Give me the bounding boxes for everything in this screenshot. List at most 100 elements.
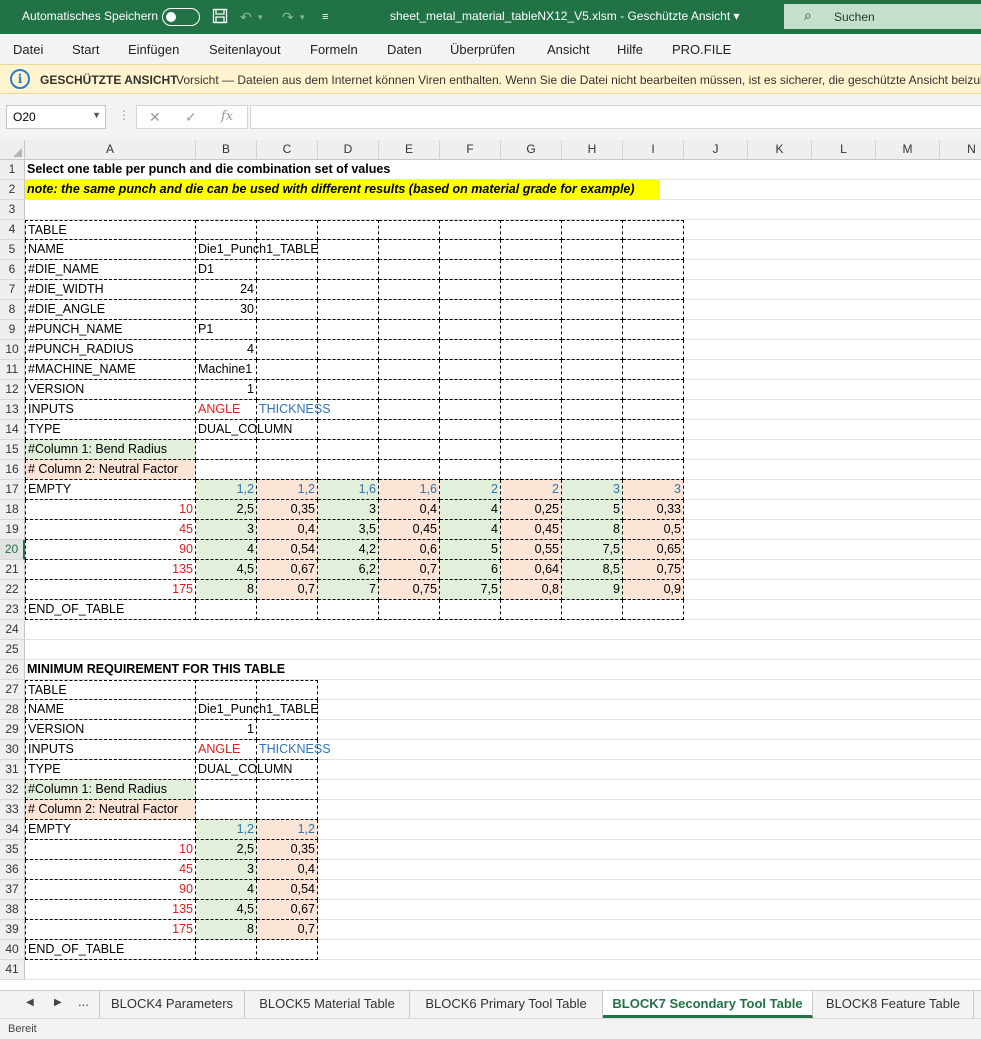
cell-c28[interactable] — [257, 700, 318, 720]
row-header[interactable]: 35 — [0, 840, 25, 860]
cell-h13[interactable] — [562, 400, 623, 420]
cell-d20[interactable]: 4,2 — [318, 540, 379, 560]
cell-b12[interactable]: 1 — [196, 380, 257, 400]
cell-b37[interactable]: 4 — [196, 880, 257, 900]
cell-h7[interactable] — [562, 280, 623, 300]
cell-f4[interactable] — [440, 220, 501, 240]
chevron-down-icon[interactable]: ▼ — [92, 110, 101, 120]
cell-d23[interactable] — [318, 600, 379, 620]
cell-i7[interactable] — [623, 280, 684, 300]
customize-toolbar-icon[interactable]: ≡ — [322, 8, 328, 26]
cell-b32[interactable] — [196, 780, 257, 800]
cell-h15[interactable] — [562, 440, 623, 460]
cell-g21[interactable]: 0,64 — [501, 560, 562, 580]
cell-d12[interactable] — [318, 380, 379, 400]
cell-c7[interactable] — [257, 280, 318, 300]
cell-e16[interactable] — [379, 460, 440, 480]
cell-h11[interactable] — [562, 360, 623, 380]
row-header[interactable]: 24 — [0, 620, 25, 640]
cell-g17[interactable]: 2 — [501, 480, 562, 500]
cell-f16[interactable] — [440, 460, 501, 480]
cell-f20[interactable]: 5 — [440, 540, 501, 560]
cell-a16[interactable]: # Column 2: Neutral Factor — [25, 460, 196, 480]
cell-g9[interactable] — [501, 320, 562, 340]
cell-a17[interactable]: EMPTY — [25, 480, 196, 500]
row-header[interactable]: 30 — [0, 740, 25, 760]
cell-i13[interactable] — [623, 400, 684, 420]
cell-g8[interactable] — [501, 300, 562, 320]
cell-a28[interactable]: NAME — [25, 700, 196, 720]
cell-b13[interactable]: ANGLE — [196, 400, 257, 420]
more-sheets-button[interactable]: ... — [78, 994, 89, 1009]
cell-c8[interactable] — [257, 300, 318, 320]
cell-b23[interactable] — [196, 600, 257, 620]
cell-b36[interactable]: 3 — [196, 860, 257, 880]
cell-h4[interactable] — [562, 220, 623, 240]
row-header[interactable]: 31 — [0, 760, 25, 780]
row-header[interactable]: 1 — [0, 160, 25, 180]
cell-b7[interactable]: 24 — [196, 280, 257, 300]
cell-c35[interactable]: 0,35 — [257, 840, 318, 860]
tab-block6-primary-tool-table[interactable]: BLOCK6 Primary Tool Table — [410, 991, 603, 1018]
cell-i8[interactable] — [623, 300, 684, 320]
cell-c31[interactable] — [257, 760, 318, 780]
cell-h17[interactable]: 3 — [562, 480, 623, 500]
cell-b28[interactable]: Die1_Punch1_TABLE — [196, 700, 319, 720]
cell-c22[interactable]: 0,7 — [257, 580, 318, 600]
cell-c14[interactable] — [257, 420, 318, 440]
column-header[interactable]: I — [623, 140, 684, 160]
row-header[interactable]: 33 — [0, 800, 25, 820]
cell-e19[interactable]: 0,45 — [379, 520, 440, 540]
column-header[interactable]: J — [684, 140, 748, 160]
prev-sheet-icon[interactable]: ◀ — [26, 997, 34, 1008]
row-header[interactable]: 3 — [0, 200, 25, 220]
cell-c10[interactable] — [257, 340, 318, 360]
undo-dropdown-icon[interactable]: ▾ — [258, 8, 263, 26]
cell-d15[interactable] — [318, 440, 379, 460]
row-header[interactable]: 5 — [0, 240, 25, 260]
cell-d22[interactable]: 7 — [318, 580, 379, 600]
cell-b6[interactable]: D1 — [196, 260, 257, 280]
cell-i5[interactable] — [623, 240, 684, 260]
cell-g23[interactable] — [501, 600, 562, 620]
cell-b4[interactable] — [196, 220, 257, 240]
cell-i23[interactable] — [623, 600, 684, 620]
cell-b19[interactable]: 3 — [196, 520, 257, 540]
cell-a8[interactable]: #DIE_ANGLE — [25, 300, 196, 320]
cell-h18[interactable]: 5 — [562, 500, 623, 520]
autosave-toggle[interactable] — [162, 8, 200, 26]
cell-g16[interactable] — [501, 460, 562, 480]
cell-g4[interactable] — [501, 220, 562, 240]
cell-a9[interactable]: #PUNCH_NAME — [25, 320, 196, 340]
row-header[interactable]: 28 — [0, 700, 25, 720]
cell-c20[interactable]: 0,54 — [257, 540, 318, 560]
row-header[interactable]: 37 — [0, 880, 25, 900]
column-header[interactable]: A — [25, 140, 196, 160]
cell-a32[interactable]: #Column 1: Bend Radius — [25, 780, 196, 800]
menu-datei[interactable]: Datei — [13, 42, 43, 57]
cell-a14[interactable]: TYPE — [25, 420, 196, 440]
cell-c13[interactable]: THICKNESS — [257, 400, 331, 420]
cell-e15[interactable] — [379, 440, 440, 460]
cell-h16[interactable] — [562, 460, 623, 480]
cell-e18[interactable]: 0,4 — [379, 500, 440, 520]
cell-g11[interactable] — [501, 360, 562, 380]
row-header[interactable]: 7 — [0, 280, 25, 300]
menu-ansicht[interactable]: Ansicht — [547, 42, 590, 57]
cell-c38[interactable]: 0,67 — [257, 900, 318, 920]
row-header[interactable]: 29 — [0, 720, 25, 740]
menu-profile[interactable]: PRO.FILE — [672, 42, 731, 57]
cell-c36[interactable]: 0,4 — [257, 860, 318, 880]
cell-b31[interactable]: DUAL_COLUMN — [196, 760, 292, 780]
cell-h20[interactable]: 7,5 — [562, 540, 623, 560]
cell-d16[interactable] — [318, 460, 379, 480]
row-header[interactable]: 23 — [0, 600, 25, 620]
cell-b15[interactable] — [196, 440, 257, 460]
column-header[interactable]: K — [748, 140, 812, 160]
cell-a10[interactable]: #PUNCH_RADIUS — [25, 340, 196, 360]
cell-f19[interactable]: 4 — [440, 520, 501, 540]
column-header[interactable]: B — [196, 140, 257, 160]
row-header[interactable]: 20 — [0, 540, 25, 560]
cell-g20[interactable]: 0,55 — [501, 540, 562, 560]
cell-a15[interactable]: #Column 1: Bend Radius — [25, 440, 196, 460]
